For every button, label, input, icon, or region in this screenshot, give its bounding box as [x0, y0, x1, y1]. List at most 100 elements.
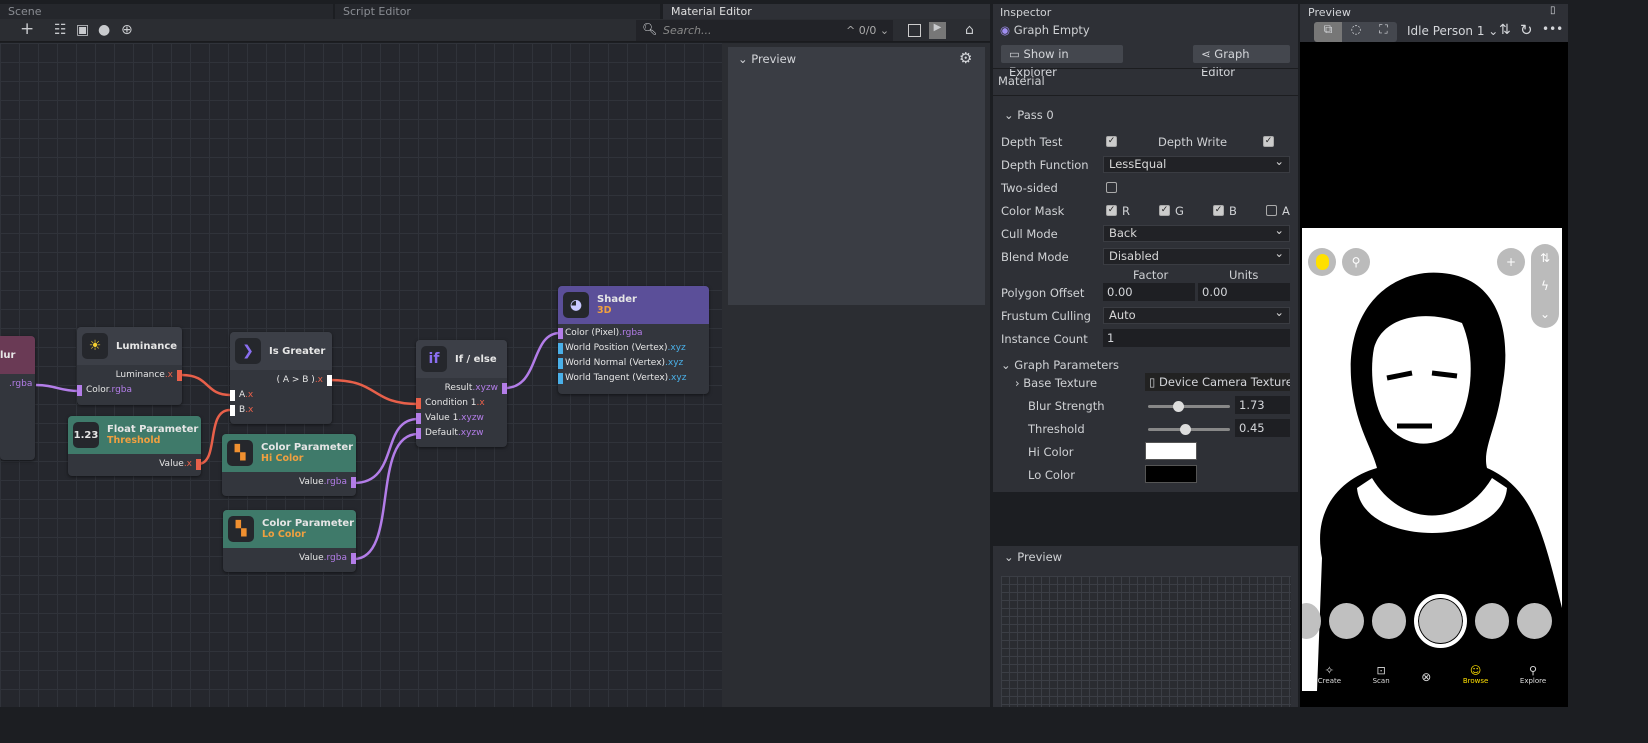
- port-in[interactable]: Color.rgba: [77, 383, 182, 398]
- mask-b-checkbox[interactable]: ✓: [1213, 205, 1224, 216]
- port-world-normal[interactable]: World Normal (Vertex).xyz: [558, 356, 709, 371]
- node-hi-color[interactable]: ▚ Color Parameter Hi Color Value.rgba: [222, 434, 356, 496]
- camera-controls[interactable]: ⇅ ϟ ⌄: [1531, 244, 1559, 328]
- person-icon[interactable]: ⛶: [1370, 22, 1397, 42]
- lens-item[interactable]: [1328, 603, 1364, 639]
- base-texture-row[interactable]: › Base Texture: [1015, 376, 1097, 390]
- lens-item[interactable]: [1517, 603, 1552, 639]
- frame-icon[interactable]: ▣: [76, 22, 89, 38]
- instance-count-input[interactable]: 1: [1103, 329, 1290, 347]
- device-icon[interactable]: ⧉: [1314, 22, 1342, 42]
- mask-r-checkbox[interactable]: ✓: [1106, 205, 1117, 216]
- node-icon[interactable]: ☷: [54, 22, 67, 38]
- tab-material-editor[interactable]: Material Editor: [663, 4, 990, 19]
- panel-icon[interactable]: [908, 24, 921, 37]
- port-out[interactable]: ( A > B ).x: [230, 373, 332, 388]
- node-blur[interactable]: lur .rgba: [0, 336, 35, 460]
- factor-input[interactable]: 0.00: [1103, 283, 1195, 301]
- frustum-culling-select[interactable]: Auto: [1103, 305, 1290, 324]
- port-b[interactable]: B.x: [230, 403, 332, 418]
- port-value[interactable]: Value 1.xyzw: [416, 411, 507, 426]
- search-input[interactable]: Search...: [663, 24, 712, 37]
- blur-strength-label: Blur Strength: [1028, 399, 1105, 413]
- nav-browse[interactable]: ☺ Browse: [1463, 664, 1489, 691]
- person-select-value: Idle Person 1: [1407, 24, 1485, 38]
- depth-write-checkbox[interactable]: ✓: [1263, 136, 1274, 147]
- gear-icon[interactable]: ⚙: [959, 49, 972, 67]
- more-icon[interactable]: •••: [1542, 22, 1563, 36]
- graph-canvas[interactable]: lur .rgba ☀ Luminance Luminance.x Color.r…: [0, 43, 722, 707]
- depth-test-checkbox[interactable]: ✓: [1106, 136, 1117, 147]
- two-sided-checkbox[interactable]: [1106, 182, 1117, 193]
- play-icon[interactable]: ▶: [929, 22, 946, 39]
- lens-item[interactable]: [1371, 603, 1407, 639]
- nav-explore[interactable]: ⚲ Explore: [1520, 664, 1546, 691]
- paint-bucket-icon: ▚: [228, 516, 254, 542]
- popout-icon[interactable]: ▯: [1550, 5, 1556, 16]
- tab-script-editor[interactable]: Script Editor: [335, 4, 660, 19]
- bulb-icon: ☀: [82, 333, 108, 359]
- node-luminance[interactable]: ☀ Luminance Luminance.x Color.rgba: [77, 327, 182, 405]
- tab-scene[interactable]: Scene: [0, 4, 333, 19]
- mask-g-checkbox[interactable]: ✓: [1159, 205, 1170, 216]
- blur-strength-slider[interactable]: [1148, 401, 1230, 412]
- nav-create[interactable]: ✧ Create: [1318, 664, 1341, 691]
- swap-icon[interactable]: ⇅: [1499, 22, 1511, 38]
- avatar[interactable]: [1308, 248, 1336, 276]
- material-preview-title[interactable]: ⌄ Preview: [738, 52, 796, 66]
- port-condition[interactable]: Condition 1.x: [416, 396, 507, 411]
- face-icon[interactable]: ◌: [1342, 22, 1370, 42]
- port-out[interactable]: .rgba: [0, 377, 35, 392]
- node-lo-color[interactable]: ▚ Color Parameter Lo Color Value.rgba: [223, 510, 356, 572]
- port-world-position[interactable]: World Position (Vertex).xyz: [558, 341, 709, 356]
- node-float-parameter[interactable]: 1.23 Float Parameter Threshold Value.x: [68, 416, 201, 476]
- lens-item[interactable]: [1474, 603, 1510, 639]
- node-shader[interactable]: ◕ Shader 3D Color (Pixel).rgba World Posit…: [558, 286, 709, 394]
- slider-handle[interactable]: [1180, 424, 1191, 435]
- upload-icon[interactable]: ⊕: [121, 22, 133, 38]
- slider-handle[interactable]: [1173, 401, 1184, 412]
- port-out[interactable]: Value.rgba: [222, 475, 356, 490]
- person-select[interactable]: Idle Person 1 ⌄: [1407, 24, 1498, 38]
- show-in-explorer-button[interactable]: ▭ Show in Explorer: [1001, 45, 1123, 79]
- threshold-input[interactable]: 0.45: [1235, 419, 1290, 437]
- pass-header[interactable]: ⌄ Pass 0: [1004, 108, 1054, 122]
- add-icon[interactable]: +: [20, 19, 34, 39]
- nav-scan[interactable]: ⊡ Scan: [1373, 664, 1390, 691]
- cull-mode-select[interactable]: Back: [1103, 223, 1290, 242]
- port-a[interactable]: A.x: [230, 388, 332, 403]
- lo-color-swatch[interactable]: [1145, 465, 1197, 483]
- port-color[interactable]: Color (Pixel).rgba: [558, 326, 709, 341]
- mask-a-checkbox[interactable]: [1266, 205, 1277, 216]
- blur-strength-input[interactable]: 1.73: [1235, 396, 1290, 414]
- threshold-slider[interactable]: [1148, 424, 1230, 435]
- search-icon[interactable]: ⚲: [1342, 248, 1370, 276]
- search-box[interactable]: 🔍︎ Search... ^ 0/0 ⌄: [636, 20, 893, 41]
- home-icon[interactable]: ⌂: [965, 22, 974, 38]
- port-out[interactable]: Result.xyzw: [416, 381, 507, 396]
- refresh-icon[interactable]: ↻: [1520, 21, 1533, 39]
- depth-function-select[interactable]: LessEqual: [1103, 154, 1290, 173]
- lens-item[interactable]: [1302, 603, 1321, 639]
- port-world-tangent[interactable]: World Tangent (Vertex).xyz: [558, 371, 709, 386]
- port-default[interactable]: Default.xyzw: [416, 426, 507, 441]
- comment-icon[interactable]: ●: [98, 22, 110, 38]
- inspector-preview-header[interactable]: ⌄ Preview: [1004, 550, 1062, 564]
- base-texture-field[interactable]: ▯ Device Camera Texture: [1145, 373, 1290, 391]
- material-toolbar: + ☷ ▣ ● ⊕ 🔍︎ Search... ^ 0/0 ⌄ ▶ ⌂: [0, 19, 990, 42]
- port-out[interactable]: Value.x: [68, 457, 201, 472]
- graph-icon: ◉: [1000, 23, 1011, 37]
- hi-color-swatch[interactable]: [1145, 442, 1197, 460]
- node-is-greater[interactable]: ❯ Is Greater ( A > B ).x A.x B.x: [230, 332, 332, 424]
- node-if-else[interactable]: if If / else Result.xyzw Condition 1.x Va…: [416, 340, 507, 447]
- port-out[interactable]: Value.rgba: [223, 551, 356, 566]
- graph-editor-button[interactable]: ⋖ Graph Editor: [1193, 45, 1290, 79]
- blend-mode-select[interactable]: Disabled: [1103, 246, 1290, 265]
- close-icon[interactable]: ⊗: [1421, 664, 1431, 691]
- add-friend-icon[interactable]: +: [1497, 248, 1525, 276]
- port-out[interactable]: Luminance.x: [77, 368, 182, 383]
- smile-icon: ☺: [1469, 664, 1482, 677]
- graph-parameters-header[interactable]: ⌄ Graph Parameters: [1001, 358, 1119, 372]
- units-input[interactable]: 0.00: [1198, 283, 1290, 301]
- capture-button[interactable]: [1414, 594, 1467, 648]
